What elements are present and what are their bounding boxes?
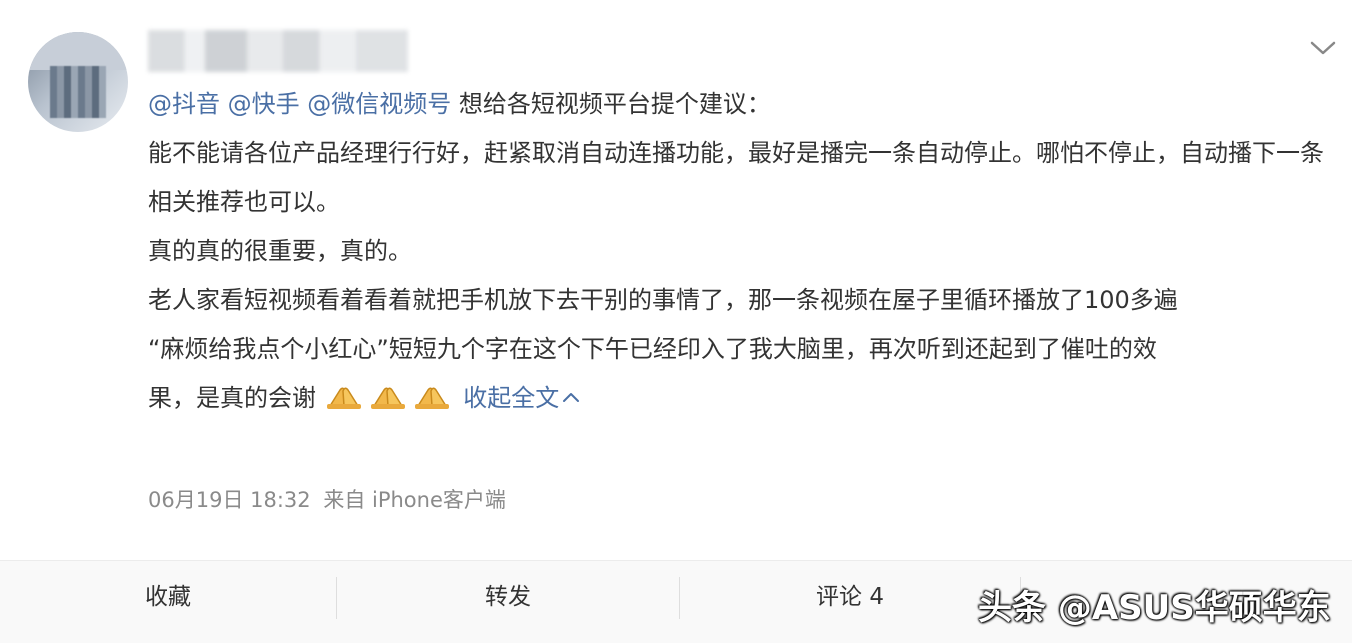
chevron-up-icon [563, 393, 580, 402]
post-last-line: 果，是真的会谢 收起全文 [148, 374, 1328, 423]
repost-button[interactable]: 转发 [337, 561, 679, 633]
mention-wechat-channels[interactable]: @微信视频号 [307, 90, 451, 118]
favorite-button[interactable]: 收藏 [0, 561, 336, 633]
post-source: 来自 iPhone客户端 [323, 488, 506, 512]
post-paragraph-2: 真的真的很重要，真的。 [148, 237, 412, 265]
mention-kuaishou[interactable]: @快手 [228, 90, 300, 118]
comment-button[interactable]: 评论 4 [680, 561, 1020, 633]
post-last-line-text: 果，是真的会谢 [148, 384, 316, 412]
post-intro-text: 想给各短视频平台提个建议： [458, 90, 771, 118]
folded-hands-emoji-icon [326, 387, 361, 409]
post-meta: 06月19日 18:32 来自 iPhone客户端 [148, 484, 506, 514]
post-paragraph-4: “麻烦给我点个小红心”短短九个字在这个下午已经印入了我大脑里，再次听到还起到了催… [148, 335, 1157, 363]
chevron-down-icon[interactable] [1308, 36, 1338, 60]
avatar[interactable] [28, 32, 128, 132]
collapse-text-link[interactable]: 收起全文 [463, 384, 581, 412]
post-card: @抖音 @快手 @微信视频号 想给各短视频平台提个建议： 能不能请各位产品经理行… [0, 0, 1352, 560]
folded-hands-emoji-icon [414, 387, 449, 409]
avatar-pixelated-face [50, 66, 106, 118]
author-name-blurred[interactable] [148, 30, 408, 72]
post-timestamp[interactable]: 06月19日 18:32 [148, 488, 311, 512]
collapse-label: 收起全文 [463, 384, 560, 412]
post-paragraph-1: 能不能请各位产品经理行行好，赶紧取消自动连播功能，最好是播完一条自动停止。哪怕不… [148, 139, 1324, 216]
watermark: 头条 @ASUS华硕华东 [978, 588, 1331, 628]
post-intro-line: @抖音 @快手 @微信视频号 想给各短视频平台提个建议： [148, 80, 1328, 129]
post-paragraph-3: 老人家看短视频看着看着就把手机放下去干别的事情了，那一条视频在屋子里循环播放了1… [148, 286, 1178, 314]
folded-hands-emoji-icon [370, 387, 405, 409]
post-content: @抖音 @快手 @微信视频号 想给各短视频平台提个建议： 能不能请各位产品经理行… [148, 80, 1328, 423]
mention-douyin[interactable]: @抖音 [148, 90, 220, 118]
avatar-background [28, 32, 128, 70]
